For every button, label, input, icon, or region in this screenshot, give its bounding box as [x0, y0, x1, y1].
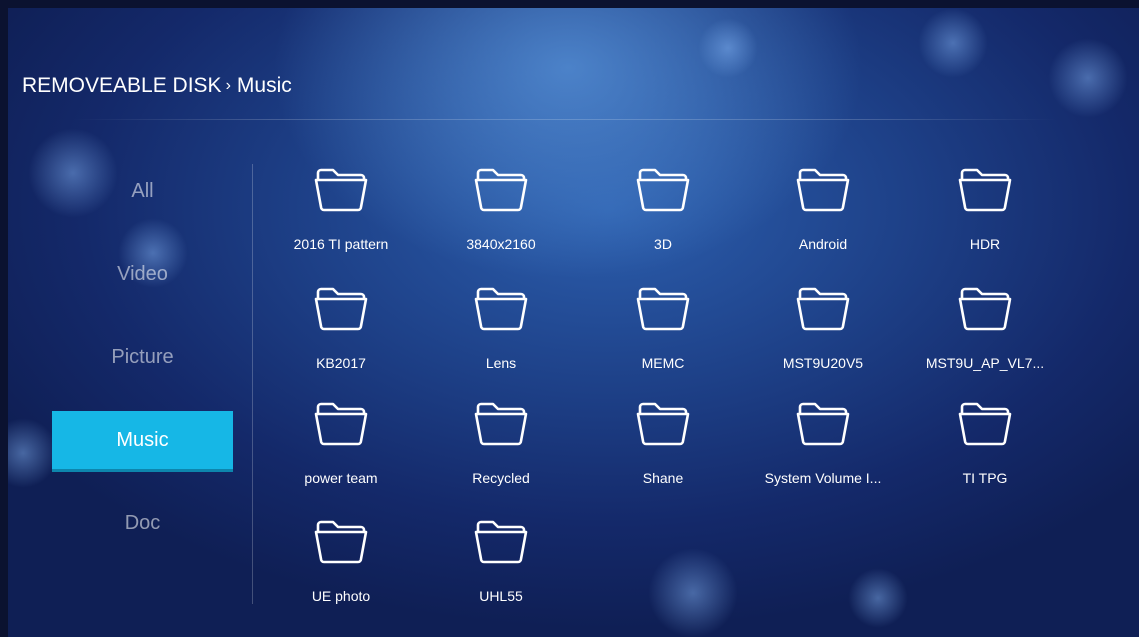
- folder-label: KB2017: [316, 355, 366, 371]
- folder-label: MST9U_AP_VL7...: [925, 355, 1045, 371]
- folder-item[interactable]: Android: [748, 166, 898, 276]
- folder-label: Shane: [642, 470, 684, 486]
- sidebar-item-picture[interactable]: Picture: [52, 328, 233, 386]
- folder-item[interactable]: MEMC: [588, 285, 738, 395]
- folder-label: UHL55: [479, 588, 523, 604]
- folder-item[interactable]: UHL55: [426, 518, 576, 628]
- folder-item[interactable]: 3840x2160: [426, 166, 576, 276]
- folder-label: MST9U20V5: [782, 355, 864, 371]
- folder-item[interactable]: power team: [266, 400, 416, 510]
- folder-item[interactable]: TI TPG: [910, 400, 1060, 510]
- header-divider: [72, 119, 1057, 120]
- folder-label: 2016 TI pattern: [293, 236, 389, 252]
- folder-label: power team: [304, 470, 378, 486]
- folder-label: MEMC: [641, 355, 685, 371]
- folder-item[interactable]: MST9U20V5: [748, 285, 898, 395]
- folder-item[interactable]: KB2017: [266, 285, 416, 395]
- background-bokeh: [848, 568, 908, 628]
- background-bokeh: [648, 548, 738, 637]
- folder-label: 3840x2160: [466, 236, 536, 252]
- sidebar-item-doc[interactable]: Doc: [52, 494, 233, 552]
- breadcrumb-separator: ›: [225, 77, 231, 94]
- folder-item[interactable]: MST9U_AP_VL7...: [910, 285, 1060, 395]
- media-browser-screen: REMOVEABLE DISK › Music All Video Picture Mus…: [8, 8, 1139, 637]
- sidebar-item-video[interactable]: Video: [52, 245, 233, 303]
- folder-item[interactable]: 3D: [588, 166, 738, 276]
- folder-label: Recycled: [472, 470, 530, 486]
- folder-label: Lens: [485, 355, 517, 371]
- folder-label: 3D: [654, 236, 672, 252]
- breadcrumb-location[interactable]: REMOVEABLE DISK: [22, 74, 222, 97]
- background-bokeh: [918, 8, 988, 78]
- breadcrumb-current: Music: [236, 74, 292, 97]
- folder-label: HDR: [969, 236, 1001, 252]
- folder-item[interactable]: Shane: [588, 400, 738, 510]
- background-bokeh: [1048, 38, 1128, 118]
- background-bokeh: [698, 18, 758, 78]
- folder-label: UE photo: [311, 588, 371, 604]
- folder-item[interactable]: System Volume I...: [748, 400, 898, 510]
- folder-item[interactable]: Lens: [426, 285, 576, 395]
- folder-label: Android: [798, 236, 848, 252]
- breadcrumb: REMOVEABLE DISK › Music: [22, 74, 292, 98]
- folder-item[interactable]: 2016 TI pattern: [266, 166, 416, 276]
- folder-item[interactable]: HDR: [910, 166, 1060, 276]
- sidebar-item-all[interactable]: All: [52, 162, 233, 220]
- sidebar-divider: [252, 164, 253, 604]
- folder-label: TI TPG: [962, 470, 1008, 486]
- folder-label: System Volume I...: [764, 470, 882, 486]
- background-bokeh: [8, 418, 58, 488]
- sidebar-item-music[interactable]: Music: [52, 411, 233, 469]
- folder-item[interactable]: UE photo: [266, 518, 416, 628]
- folder-item[interactable]: Recycled: [426, 400, 576, 510]
